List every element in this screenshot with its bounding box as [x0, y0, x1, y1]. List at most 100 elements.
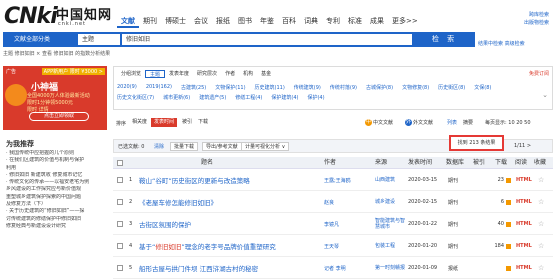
search-input[interactable]: 修旧如旧 [122, 34, 412, 45]
facet-chip[interactable]: 2020(9) [117, 84, 137, 91]
facet-chip[interactable]: 城市更新(6) [163, 94, 190, 101]
cross-db-search-link[interactable]: 跨库检索 [524, 11, 549, 19]
foreign-literature-filter[interactable]: 外外文文献 [405, 119, 433, 126]
nav-item-journal[interactable]: 期刊 [139, 14, 161, 28]
favorite-star-icon[interactable]: ☆ [538, 235, 544, 257]
result-title-link[interactable]: 船形古屋与拱门件坝 江西浒湖古村的秘密 [139, 257, 319, 279]
facet-chip[interactable]: 传统村落(9) [330, 84, 357, 91]
recommend-item[interactable]: 乡风建设的工作探究应与新价值观 [6, 186, 106, 193]
download-count[interactable] [489, 257, 511, 279]
table-row[interactable]: 4 基于“ 修旧如旧 ”理念的老字号品牌价值重塑研究 王天琴 包装工程 2020-01-20… [113, 235, 553, 257]
favorite-star-icon[interactable]: ☆ [538, 257, 544, 279]
download-count[interactable]: 184 [489, 235, 511, 257]
nav-item-yearbook[interactable]: 年鉴 [256, 14, 278, 28]
chevron-down-icon[interactable]: ⌄ [542, 91, 548, 99]
per-page-selector[interactable]: 每页显示: 10 20 50 [485, 119, 531, 126]
facet-chip[interactable]: 文物修复(8) [402, 84, 429, 91]
col-header-cited[interactable]: 被引 [473, 157, 485, 169]
facet-tab-institution[interactable]: 机构 [239, 70, 257, 78]
col-header-favorite[interactable]: 收藏 [534, 157, 546, 169]
recommend-item[interactable]: · 在我们区建筑的价值与机制与保护 [6, 157, 106, 164]
col-header-database[interactable]: 数据库 [446, 157, 464, 169]
facet-chip[interactable]: 传统建筑(9) [294, 84, 321, 91]
recommend-item[interactable]: · 关于历史建筑的“修旧如旧”——探 [6, 208, 106, 215]
facet-chip[interactable]: 古建筑(25) [181, 84, 206, 91]
facet-tab-year[interactable]: 发表年度 [165, 70, 193, 78]
source-link[interactable]: 第一时刻赣报 [375, 257, 407, 279]
html-read-link[interactable]: HTML [516, 257, 532, 279]
nav-item-encyclopedia[interactable]: 百科 [278, 14, 300, 28]
download-icon[interactable] [506, 199, 511, 205]
author-link[interactable]: 王露;王海鸥 [324, 169, 370, 191]
html-read-link[interactable]: HTML [516, 235, 532, 257]
abstract-view-toggle[interactable]: 摘要 [463, 119, 473, 126]
cnki-logo[interactable]: CNki 中国知网 cnki.net [4, 3, 116, 29]
download-icon[interactable] [506, 265, 511, 271]
html-read-link[interactable]: HTML [516, 213, 532, 235]
col-header-source[interactable]: 来源 [375, 157, 387, 169]
facet-tab-level[interactable]: 研究层次 [193, 70, 221, 78]
visual-analysis-dropdown[interactable]: 计量可视化分析 ∨ [241, 142, 290, 151]
nav-item-dictionary[interactable]: 词典 [300, 14, 322, 28]
nav-item-patent[interactable]: 专利 [322, 14, 344, 28]
result-title-link[interactable]: 《老屋车修怎能修旧如旧》 [139, 191, 319, 213]
scope-select[interactable]: 主题 [78, 34, 120, 45]
recommend-item[interactable]: 讨传统建筑的修缮保护中修旧如旧 [6, 216, 106, 223]
publication-search-link[interactable]: 出版物检索 [524, 19, 549, 27]
search-button[interactable]: 检 索 [414, 32, 475, 47]
col-header-downloads[interactable]: 下载 [495, 157, 507, 169]
html-read-link[interactable]: HTML [516, 191, 532, 213]
facet-chip[interactable]: 古城保护(8) [366, 84, 393, 91]
recommend-item[interactable]: 利用 [6, 165, 106, 172]
row-checkbox[interactable] [117, 191, 123, 213]
author-link[interactable]: 记者 李明 [324, 257, 370, 279]
facet-chip[interactable]: 保护(4) [307, 94, 324, 101]
clear-selection-link[interactable]: 清除 [154, 143, 164, 150]
facet-tab-fund[interactable]: 基金 [257, 70, 275, 78]
col-header-date[interactable]: 发表时间 [408, 157, 432, 169]
download-count[interactable]: 40 [489, 213, 511, 235]
source-link[interactable]: 城乡建设 [375, 191, 407, 213]
recommend-item[interactable]: 及修复方法（下） [6, 201, 106, 208]
source-link[interactable]: 山西建筑 [375, 169, 407, 191]
sort-downloads[interactable]: 下载 [195, 118, 211, 127]
result-title-link[interactable]: 古街区氛围的保护 [139, 213, 319, 235]
download-count[interactable]: 23 [489, 169, 511, 191]
author-link[interactable]: 王天琴 [324, 235, 370, 257]
author-link[interactable]: 李镜凡 [324, 213, 370, 235]
facet-tab-browse[interactable]: 分组浏览 [117, 70, 145, 78]
subscribe-link[interactable]: 免费订阅 [529, 70, 549, 77]
nav-item-newspaper[interactable]: 报纸 [212, 14, 234, 28]
facet-chip[interactable]: 文物保护(11) [215, 84, 245, 91]
ad-banner[interactable]: 广告 APP新用户 限时 ¥3000 > 小神福 全国4000万人体验最新活动 … [3, 66, 107, 130]
batch-download-button[interactable]: 批量下载 [170, 142, 199, 151]
download-count[interactable]: 6 [489, 191, 511, 213]
html-read-link[interactable]: HTML [516, 169, 532, 191]
row-checkbox[interactable] [117, 169, 123, 191]
advanced-search-links[interactable]: 结果中检索 高级检索 [478, 40, 525, 47]
sort-date[interactable]: 发表时间 [151, 118, 178, 127]
author-link[interactable]: 赵良 [324, 191, 370, 213]
facet-chip[interactable]: 修缮工程(4) [235, 94, 262, 101]
ad-claim-button[interactable]: 点击立即领取 [29, 112, 89, 121]
facet-chip[interactable]: 历史文化街区(7) [117, 94, 154, 101]
favorite-star-icon[interactable]: ☆ [538, 169, 544, 191]
sort-relevance[interactable]: 相关度 [129, 118, 150, 127]
recommend-item[interactable]: · 我国传统中应把握的几个原则 [6, 150, 106, 157]
nav-item-more[interactable]: 更多>> [388, 14, 422, 28]
table-row[interactable]: 5 船形古屋与拱门件坝 江西浒湖古村的秘密 记者 李明 第一时刻赣报 2020-01-0… [113, 257, 553, 279]
nav-item-book[interactable]: 图书 [234, 14, 256, 28]
col-header-author[interactable]: 作者 [324, 157, 336, 169]
pagination[interactable]: 1/11 > [514, 143, 531, 149]
row-checkbox[interactable] [117, 257, 123, 279]
nav-item-literature[interactable]: 文献 [117, 14, 139, 28]
facet-chip[interactable]: 2019(162) [146, 84, 172, 91]
row-checkbox[interactable] [117, 235, 123, 257]
source-link[interactable]: 包装工程 [375, 235, 407, 257]
nav-item-achievement[interactable]: 成果 [366, 14, 388, 28]
col-header-read[interactable]: 阅读 [515, 157, 527, 169]
facet-chip[interactable]: 建筑遗产(5) [199, 94, 226, 101]
source-link[interactable]: 智能建筑与智慧城市 [375, 213, 407, 235]
col-header-title[interactable]: 题名 [201, 157, 213, 169]
table-row[interactable]: 3 古街区氛围的保护 李镜凡 智能建筑与智慧城市 2020-01-22 期刊 40 HTML ☆ [113, 213, 553, 235]
